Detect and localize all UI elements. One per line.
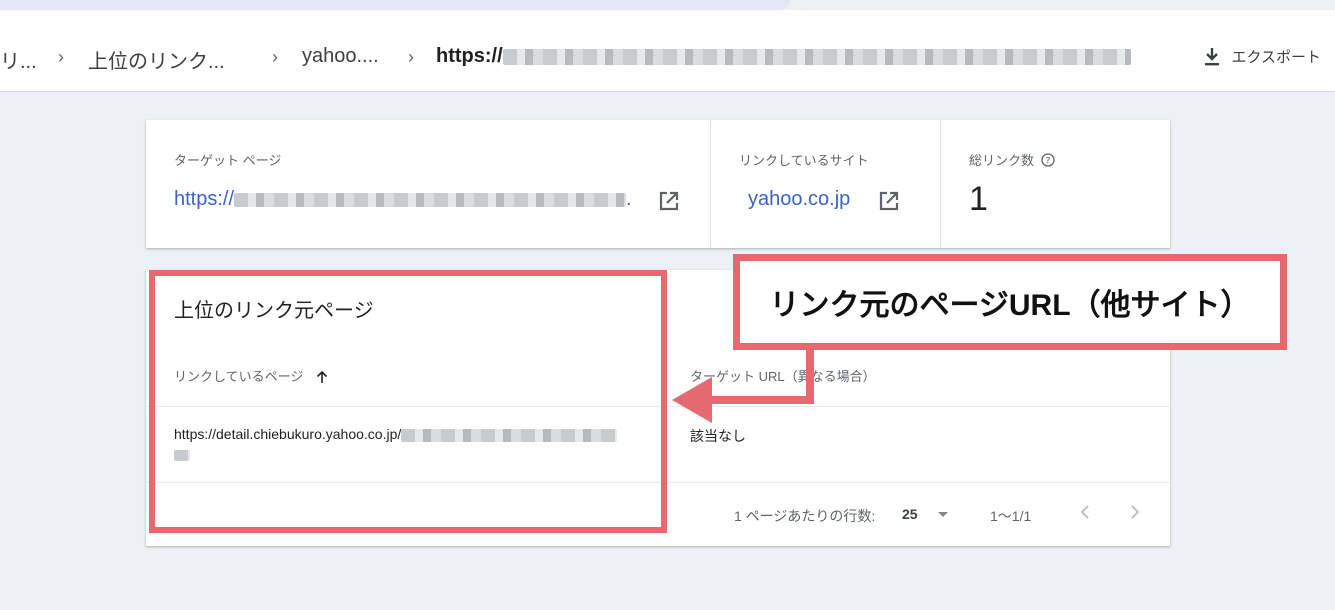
breadcrumb-item-1[interactable]: リ... <box>0 45 37 74</box>
rows-per-page-label: 1 ページあたりの行数: <box>734 508 876 524</box>
blurred-url <box>234 192 627 207</box>
summary-card: ターゲット ページ https://. リンクしているサイト yahoo.co.… <box>146 120 1170 248</box>
open-in-new-icon[interactable] <box>878 190 900 212</box>
target-page-cell: ターゲット ページ https://. <box>146 120 710 248</box>
top-band <box>0 0 790 10</box>
rows-per-page-select[interactable]: 25 <box>902 506 949 522</box>
total-links-cell: 総リンク数 ? 1 <box>940 120 1170 248</box>
linking-site-link[interactable]: yahoo.co.jp <box>748 188 850 211</box>
chevron-right-icon: › <box>408 47 414 67</box>
linking-site-label: リンクしているサイト <box>739 153 869 168</box>
divider <box>146 482 1170 483</box>
caret-down-icon <box>938 512 949 517</box>
total-links-label: 総リンク数 ? <box>969 150 1055 169</box>
annotation-arrow-icon <box>672 345 814 423</box>
target-url-cell: 該当なし <box>690 428 746 444</box>
header-bar: リ... › 上位のリンク... › yahoo.... › https:// … <box>0 10 1335 92</box>
annotation-callout: リンク元のページURL（他サイト） <box>733 254 1287 350</box>
target-page-label: ターゲット ページ <box>174 153 282 168</box>
export-label: エクスポート <box>1231 49 1321 66</box>
arrow-up-icon[interactable] <box>315 370 329 384</box>
svg-text:?: ? <box>1045 157 1050 167</box>
breadcrumb-item-2[interactable]: 上位のリンク... <box>88 45 225 74</box>
open-in-new-icon[interactable] <box>658 190 680 212</box>
chevron-right-icon[interactable] <box>1130 504 1140 520</box>
blurred-url <box>502 48 1131 65</box>
chevron-left-icon[interactable] <box>1080 504 1090 520</box>
export-button[interactable]: エクスポート <box>1203 46 1321 67</box>
chevron-right-icon: › <box>272 47 278 67</box>
blurred-url <box>174 450 190 461</box>
breadcrumb-item-3[interactable]: yahoo.... <box>302 45 379 68</box>
table-title: 上位のリンク元ページ <box>174 300 374 322</box>
blurred-url <box>401 428 618 442</box>
divider <box>146 406 1170 407</box>
linking-site-cell: リンクしているサイト yahoo.co.jp <box>710 120 940 248</box>
help-icon[interactable]: ? <box>1040 153 1055 167</box>
download-icon <box>1205 47 1220 65</box>
target-page-link[interactable]: https://. <box>174 188 632 211</box>
breadcrumb-item-current: https:// <box>436 45 1131 68</box>
total-links-value: 1 <box>969 180 988 218</box>
chevron-right-icon: › <box>58 47 64 67</box>
linking-page-cell[interactable]: https://detail.chiebukuro.yahoo.co.jp/ <box>174 426 618 442</box>
pagination-range: 1〜1/1 <box>990 508 1032 524</box>
col-header-linking-page[interactable]: リンクしているページ <box>174 366 329 385</box>
